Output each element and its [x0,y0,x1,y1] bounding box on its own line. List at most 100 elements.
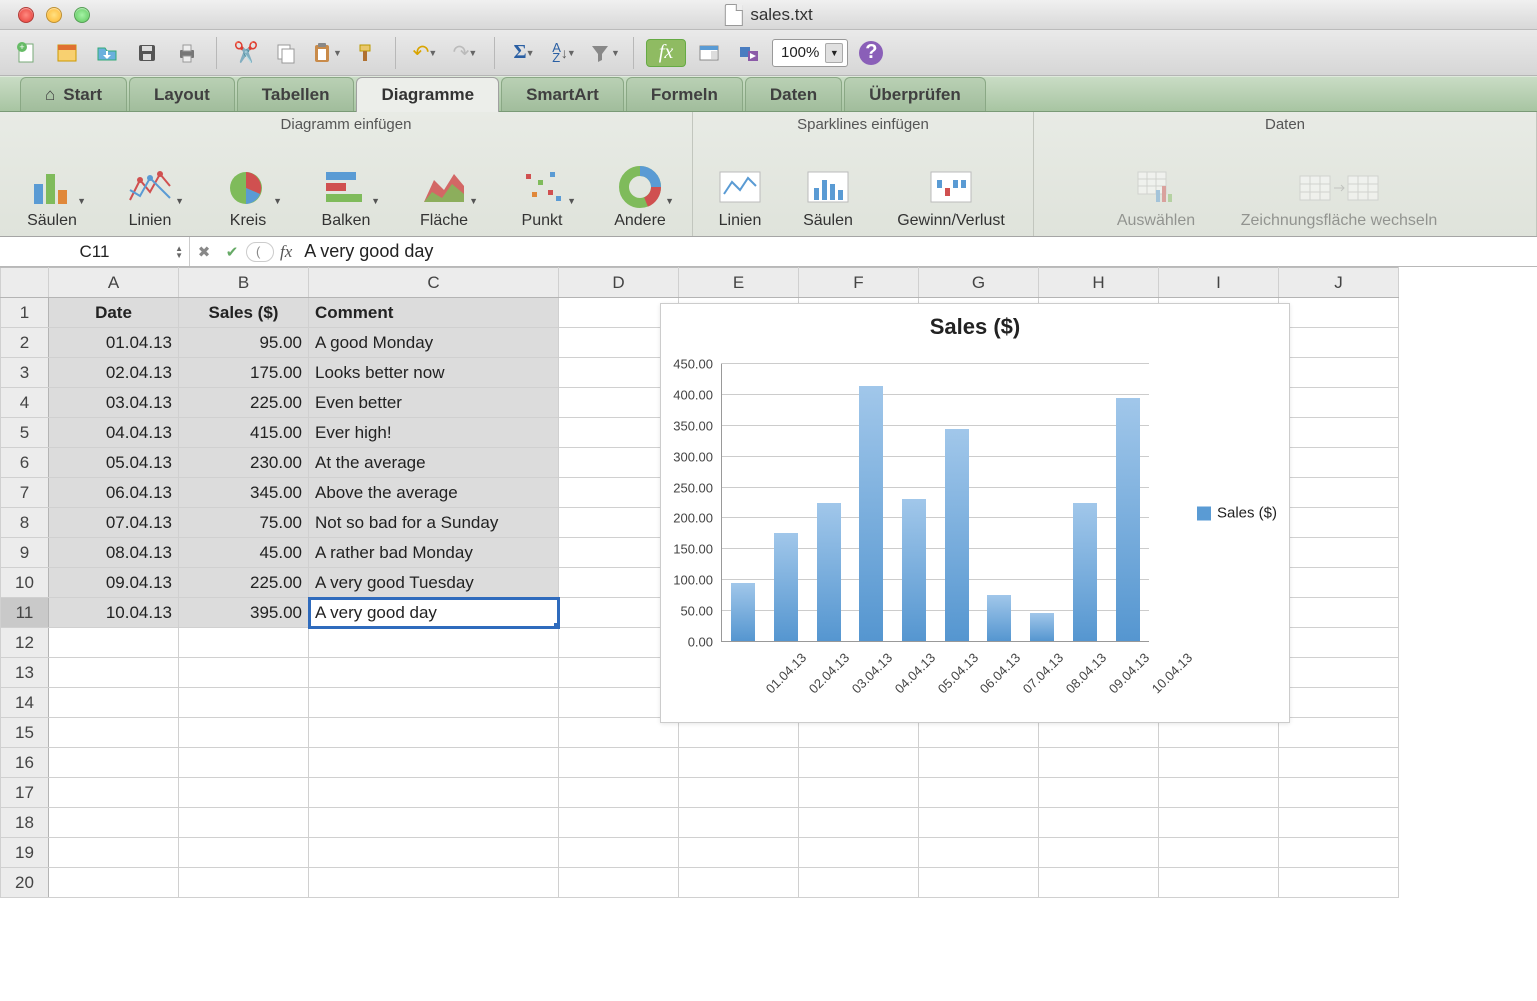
cell[interactable] [309,748,559,778]
insert-paren-button[interactable]: ( [246,242,274,262]
cell[interactable] [679,748,799,778]
sparkline-line-button[interactable]: Linien [705,166,775,230]
row-header[interactable]: 7 [1,478,49,508]
cell[interactable] [1279,448,1399,478]
insert-column-chart-button[interactable]: ▼Säulen [12,166,92,230]
cell[interactable] [49,628,179,658]
insert-other-chart-button[interactable]: ▼Andere [600,166,680,230]
cell[interactable] [179,688,309,718]
tab-tables[interactable]: Tabellen [237,77,355,111]
row-header[interactable]: 15 [1,718,49,748]
paste-button[interactable]: ▼ [309,36,343,70]
templates-button[interactable] [50,36,84,70]
cell[interactable] [1039,778,1159,808]
cell[interactable]: Looks better now [309,358,559,388]
cell[interactable] [49,688,179,718]
cancel-formula-button[interactable]: ✖ [190,241,218,263]
cell[interactable] [1039,808,1159,838]
column-header-G[interactable]: G [919,268,1039,298]
filter-button[interactable]: ▼ [587,36,621,70]
cell[interactable]: 07.04.13 [49,508,179,538]
tab-home[interactable]: ⌂Start [20,77,127,111]
cell[interactable] [1039,838,1159,868]
row-header[interactable]: 1 [1,298,49,328]
cell[interactable] [919,868,1039,898]
cell[interactable] [559,838,679,868]
row-header[interactable]: 11 [1,598,49,628]
cell[interactable]: 230.00 [179,448,309,478]
media-browser-button[interactable] [732,36,766,70]
format-painter-button[interactable] [349,36,383,70]
tab-review[interactable]: Überprüfen [844,77,986,111]
cell[interactable] [49,748,179,778]
cell[interactable]: Not so bad for a Sunday [309,508,559,538]
select-all-corner[interactable] [1,268,49,298]
cut-button[interactable]: ✂️ [229,36,263,70]
cell[interactable] [679,838,799,868]
cell[interactable] [679,778,799,808]
row-header[interactable]: 20 [1,868,49,898]
row-header[interactable]: 18 [1,808,49,838]
cell[interactable] [309,628,559,658]
cell[interactable]: 04.04.13 [49,418,179,448]
cell[interactable] [1279,778,1399,808]
cell[interactable] [309,778,559,808]
cell[interactable] [1279,658,1399,688]
redo-button[interactable]: ↷▼ [448,36,482,70]
save-button[interactable] [130,36,164,70]
row-header[interactable]: 4 [1,388,49,418]
zoom-control[interactable]: 100% ▼ [772,39,848,67]
cell[interactable] [309,718,559,748]
row-header[interactable]: 10 [1,568,49,598]
cell[interactable]: 415.00 [179,418,309,448]
row-header[interactable]: 2 [1,328,49,358]
cell[interactable] [1039,868,1159,898]
cell[interactable]: 06.04.13 [49,478,179,508]
column-header-H[interactable]: H [1039,268,1159,298]
row-header[interactable]: 14 [1,688,49,718]
worksheet[interactable]: A B C D E F G H I J 1DateSales ($)Commen… [0,267,1537,898]
column-header-A[interactable]: A [49,268,179,298]
copy-button[interactable] [269,36,303,70]
cell[interactable] [49,718,179,748]
cell[interactable] [179,868,309,898]
insert-area-chart-button[interactable]: ▼Fläche [404,166,484,230]
column-header-B[interactable]: B [179,268,309,298]
window-minimize-button[interactable] [46,7,62,23]
row-header[interactable]: 9 [1,538,49,568]
cell[interactable] [49,838,179,868]
cell[interactable] [919,748,1039,778]
zoom-dropdown-icon[interactable]: ▼ [825,43,843,63]
cell[interactable]: Even better [309,388,559,418]
cell[interactable]: Sales ($) [179,298,309,328]
cell[interactable]: 01.04.13 [49,328,179,358]
embedded-chart[interactable]: Sales ($) 0.0050.00100.00150.00200.00250… [660,303,1290,723]
cell[interactable] [1279,598,1399,628]
sparkline-winloss-button[interactable]: Gewinn/Verlust [881,166,1021,230]
cell[interactable]: At the average [309,448,559,478]
column-header-J[interactable]: J [1279,268,1399,298]
cell[interactable] [1159,778,1279,808]
cell[interactable]: 10.04.13 [49,598,179,628]
cell[interactable]: 175.00 [179,358,309,388]
insert-line-chart-button[interactable]: ▼Linien [110,166,190,230]
cell[interactable] [559,808,679,838]
cell[interactable] [919,778,1039,808]
cell[interactable] [1279,748,1399,778]
cell[interactable] [919,808,1039,838]
cell[interactable] [1279,838,1399,868]
toolbox-button[interactable] [692,36,726,70]
new-workbook-button[interactable]: + [10,36,44,70]
cell[interactable] [1159,838,1279,868]
insert-bar-chart-button[interactable]: ▼Balken [306,166,386,230]
column-header-I[interactable]: I [1159,268,1279,298]
cell[interactable] [799,778,919,808]
cell[interactable] [559,868,679,898]
cell[interactable]: Comment [309,298,559,328]
cell[interactable] [179,748,309,778]
fx-panel-button[interactable]: fx [646,39,686,67]
cell[interactable]: A very good Tuesday [309,568,559,598]
row-header[interactable]: 16 [1,748,49,778]
cell[interactable]: 03.04.13 [49,388,179,418]
tab-charts[interactable]: Diagramme [356,77,499,112]
